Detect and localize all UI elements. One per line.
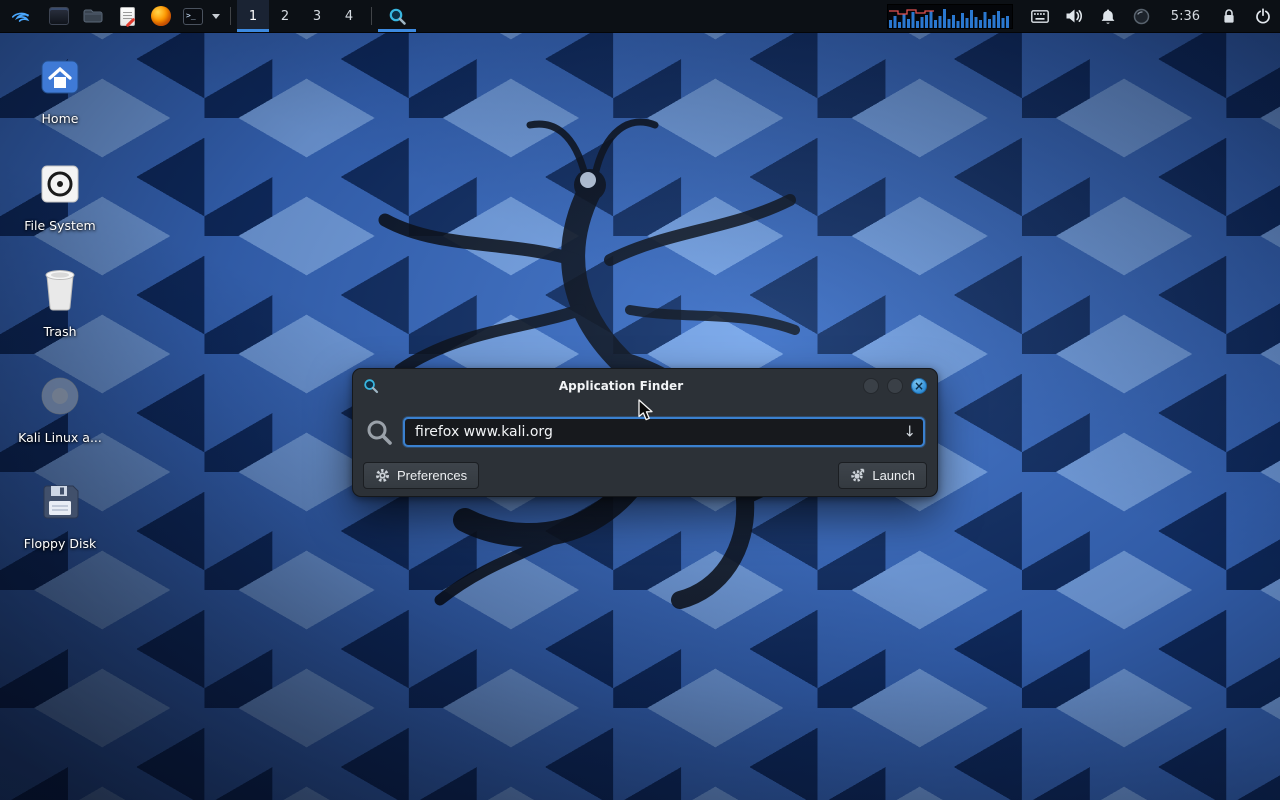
volume-tray-button[interactable] <box>1057 0 1091 33</box>
desktop-icon-label: File System <box>12 218 108 233</box>
search-icon <box>365 418 393 446</box>
folder-icon <box>83 8 103 24</box>
lock-icon <box>1222 8 1236 25</box>
window-list-launcher[interactable] <box>42 0 76 32</box>
home-icon <box>38 56 82 98</box>
keyboard-tray-button[interactable] <box>1023 0 1057 33</box>
desktop-icon-floppy-disk[interactable]: Floppy Disk <box>12 478 108 551</box>
cpu-graph-icon <box>888 5 1012 28</box>
workspace-1-button[interactable]: 1 <box>237 0 269 32</box>
trash-icon <box>40 267 80 313</box>
finder-titlebar[interactable]: Application Finder × <box>353 369 937 403</box>
status-tray-button[interactable] <box>1125 0 1159 33</box>
top-panel: >_ 1 2 3 4 <box>0 0 1280 33</box>
desktop-icon-home[interactable]: Home <box>12 53 108 126</box>
launch-button-label: Launch <box>872 468 915 483</box>
window-icon <box>49 7 69 25</box>
applications-menu-button[interactable] <box>0 0 42 32</box>
application-finder-window: Application Finder × ↓ Prefer <box>352 368 938 497</box>
panel-separator <box>230 7 231 25</box>
desktop-icon-label: Kali Linux a... <box>12 430 108 445</box>
launch-icon <box>850 468 865 483</box>
mouse-cursor <box>637 399 655 422</box>
search-input[interactable] <box>403 417 925 447</box>
workspace-2-button[interactable]: 2 <box>269 0 301 32</box>
status-circle-icon <box>1133 8 1150 25</box>
application-finder-icon <box>388 7 407 26</box>
desktop-icon-label: Home <box>12 111 108 126</box>
terminal-icon: >_ <box>183 8 203 25</box>
volume-icon <box>1065 8 1083 24</box>
power-tray-button[interactable] <box>1246 0 1280 33</box>
maximize-button[interactable] <box>887 378 903 394</box>
panel-separator <box>371 7 372 25</box>
close-button[interactable]: × <box>911 378 927 394</box>
bell-icon <box>1100 8 1116 25</box>
clock[interactable]: 5:36 <box>1159 9 1212 24</box>
minimize-button[interactable] <box>863 378 879 394</box>
floppy-disk-icon <box>39 481 81 523</box>
chevron-down-icon <box>212 14 220 19</box>
desktop-icon-trash[interactable]: Trash <box>12 266 108 339</box>
search-entry: ↓ <box>403 417 925 447</box>
terminal-launcher[interactable]: >_ <box>178 0 208 32</box>
taskbar-application-finder-button[interactable] <box>378 0 416 32</box>
preferences-button[interactable]: Preferences <box>363 462 479 489</box>
finder-titlebar-icon <box>363 378 379 394</box>
text-editor-launcher[interactable] <box>110 0 144 32</box>
entry-dropdown-arrow-icon[interactable]: ↓ <box>903 425 916 440</box>
workspace-switcher: 1 2 3 4 <box>237 0 365 32</box>
terminal-launcher-dropdown[interactable] <box>208 0 224 32</box>
workspace-3-button[interactable]: 3 <box>301 0 333 32</box>
keyboard-icon <box>1031 10 1049 23</box>
panel-right-cluster: 5:36 <box>887 0 1280 32</box>
desktop-icon-label: Trash <box>12 324 108 339</box>
preferences-button-label: Preferences <box>397 468 467 483</box>
power-icon <box>1255 8 1271 24</box>
desktop-icon-file-system[interactable]: File System <box>12 160 108 233</box>
kali-dragon-wallpaper-art <box>290 80 910 620</box>
lock-tray-button[interactable] <box>1212 0 1246 33</box>
notifications-tray-button[interactable] <box>1091 0 1125 33</box>
workspace-4-button[interactable]: 4 <box>333 0 365 32</box>
finder-button-row: Preferences Launch <box>353 447 937 489</box>
desktop: >_ 1 2 3 4 <box>0 0 1280 800</box>
firefox-icon <box>151 6 171 26</box>
kali-logo-icon <box>10 5 32 27</box>
gear-icon <box>375 468 390 483</box>
document-pencil-icon <box>120 7 135 26</box>
finder-title: Application Finder <box>387 379 855 393</box>
desktop-icon-kali-linux[interactable]: Kali Linux a... <box>12 372 108 445</box>
terminal-prompt-glyph: >_ <box>186 12 196 20</box>
kali-volume-icon <box>38 374 82 418</box>
desktop-icon-label: Floppy Disk <box>12 536 108 551</box>
file-manager-launcher[interactable] <box>76 0 110 32</box>
firefox-launcher[interactable] <box>144 0 178 32</box>
cpu-graph-widget[interactable] <box>887 4 1013 29</box>
file-system-icon <box>39 163 81 205</box>
launch-button[interactable]: Launch <box>838 462 927 489</box>
